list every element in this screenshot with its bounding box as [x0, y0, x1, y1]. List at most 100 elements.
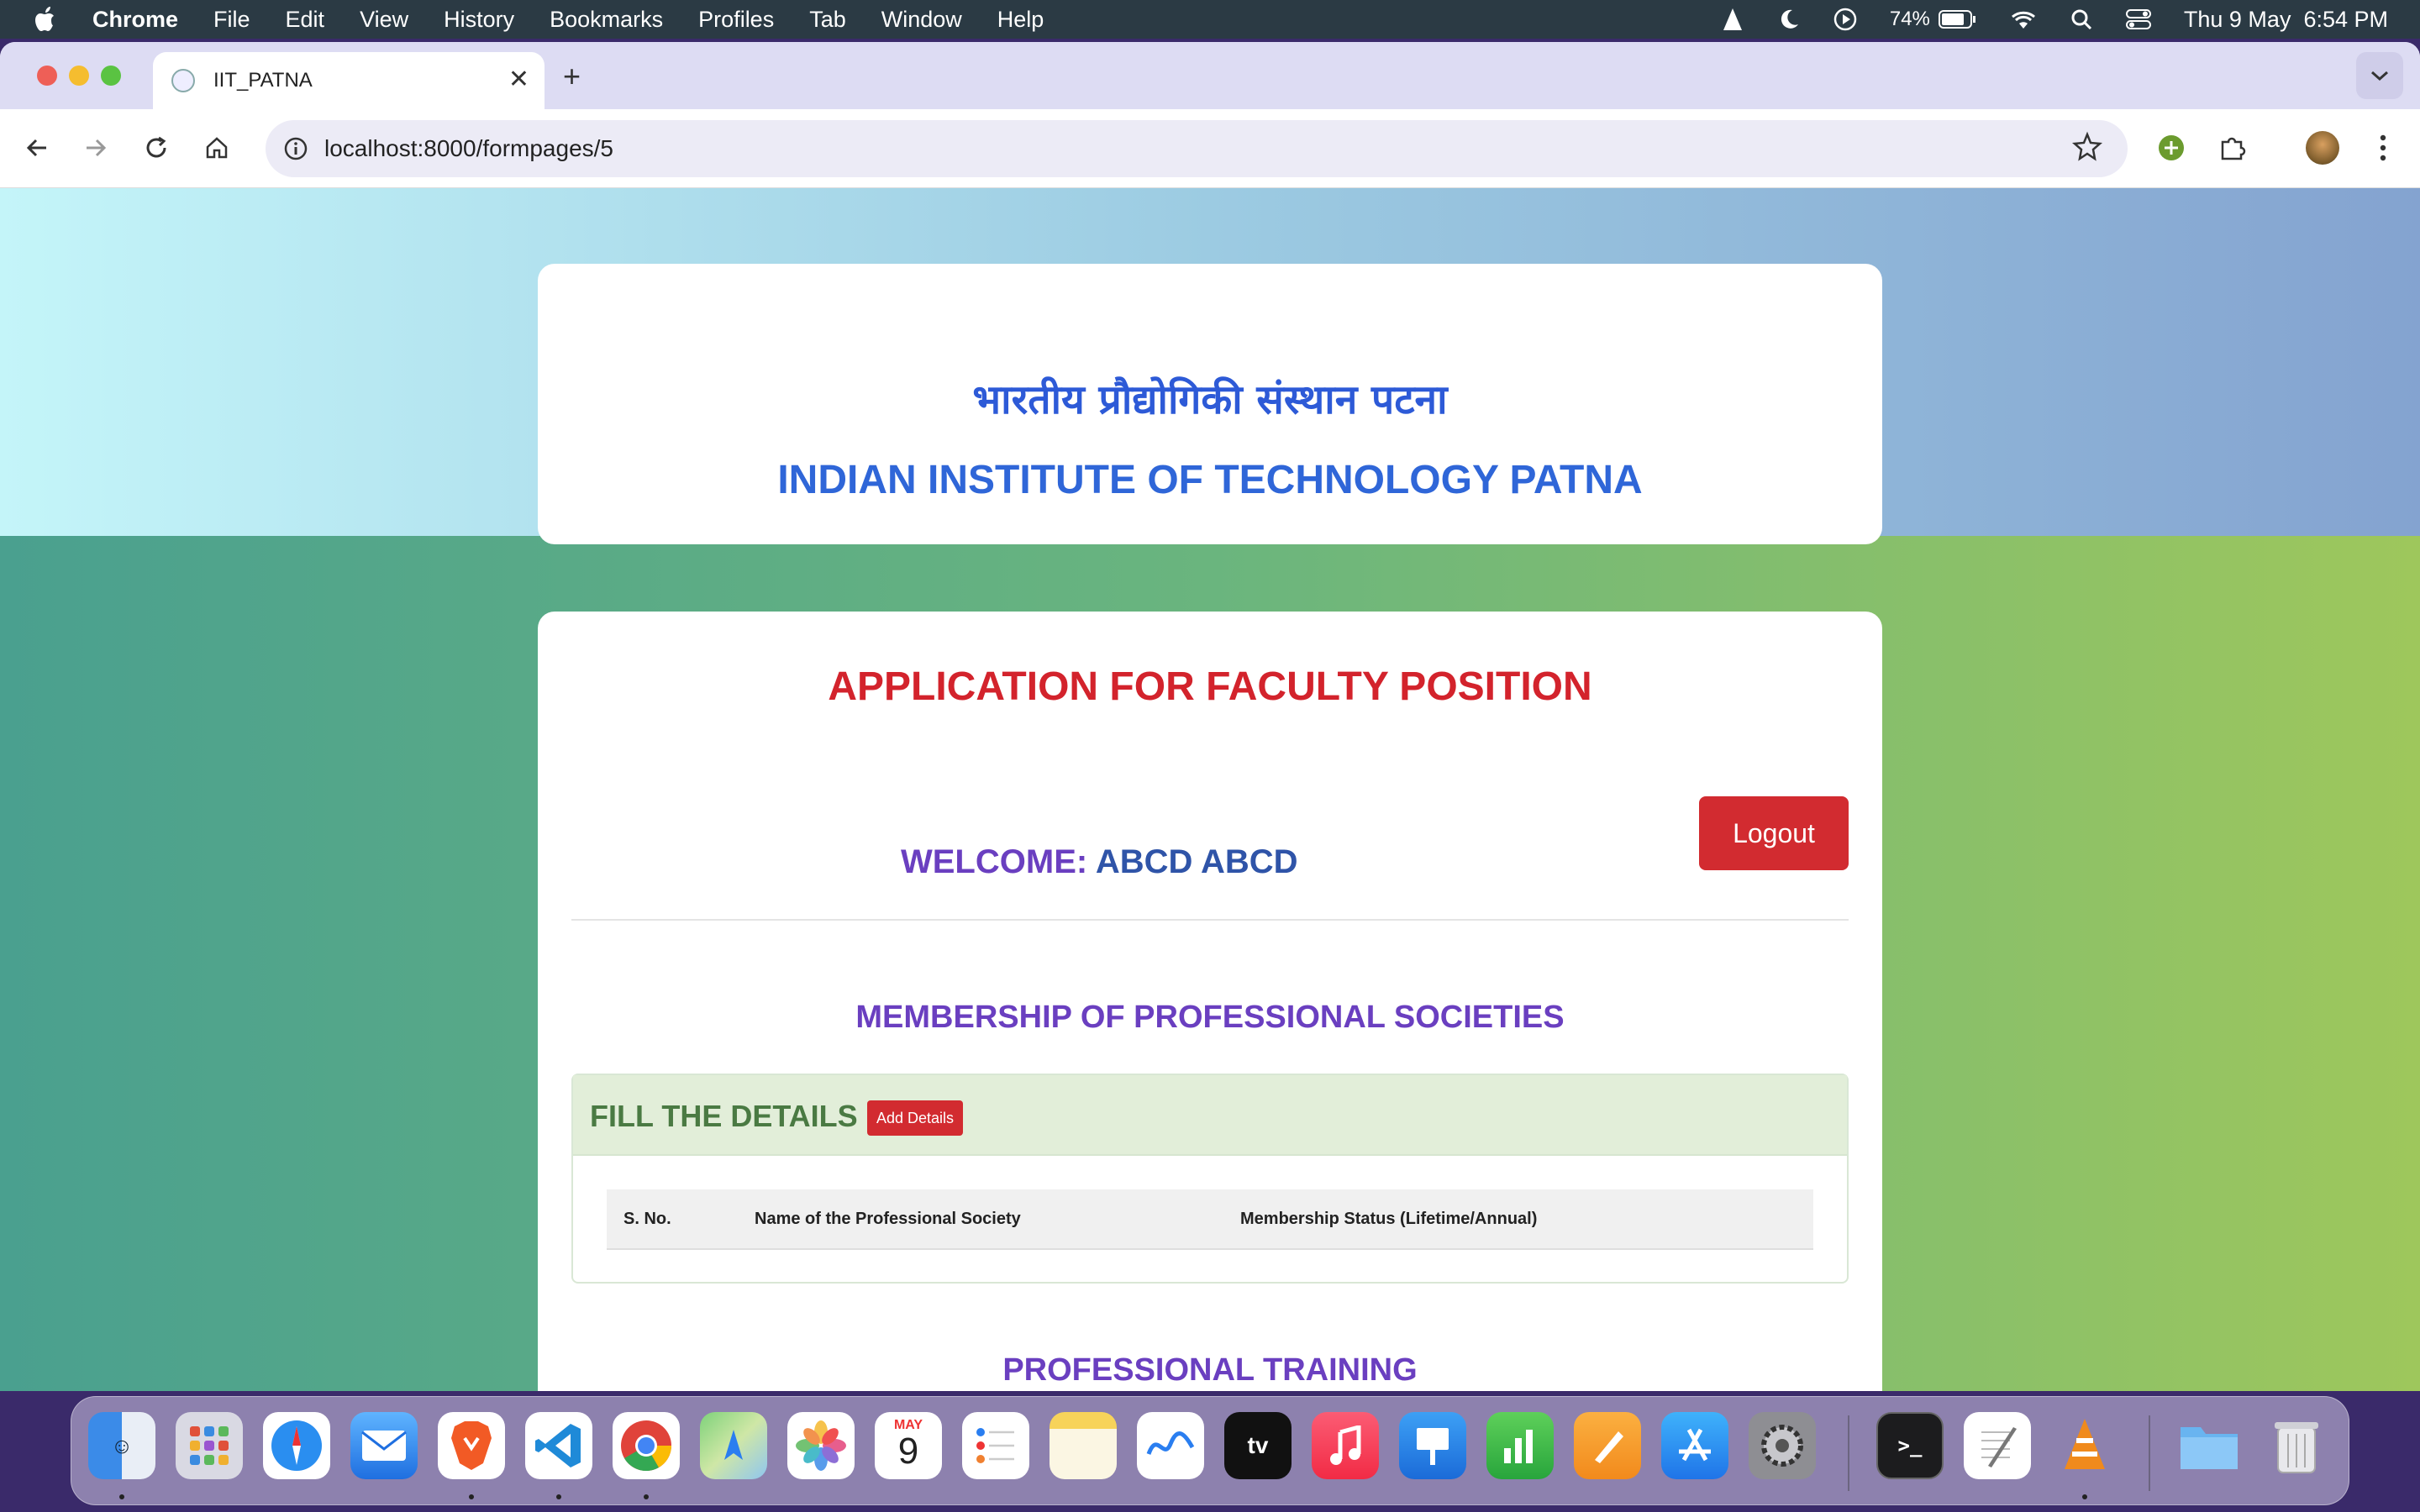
menu-window[interactable]: Window: [881, 7, 962, 33]
settings-icon[interactable]: [1749, 1412, 1816, 1479]
menu-view[interactable]: View: [360, 7, 408, 33]
calendar-icon[interactable]: MAY 9: [875, 1412, 942, 1479]
dock-separator: [1848, 1415, 1849, 1491]
bookmark-star-icon[interactable]: [2070, 130, 2104, 168]
window-zoom-button[interactable]: [101, 66, 121, 86]
notes-icon[interactable]: [1050, 1412, 1117, 1479]
menu-tab[interactable]: Tab: [809, 7, 846, 33]
battery-percent: 74%: [1889, 8, 1930, 30]
focus-moon-icon[interactable]: [1777, 8, 1801, 31]
browser-window: IIT_PATNA ✕ + localhost:8000/formpages/5: [0, 42, 2420, 1391]
textedit-icon[interactable]: [1964, 1412, 2031, 1479]
forward-arrow-icon[interactable]: [76, 128, 116, 168]
safari-icon[interactable]: [263, 1412, 330, 1479]
home-icon[interactable]: [197, 128, 237, 168]
chevron-down-icon: [2371, 71, 2388, 81]
running-indicator: [119, 1494, 124, 1499]
window-close-button[interactable]: [37, 66, 57, 86]
running-indicator: [556, 1494, 561, 1499]
brave-icon[interactable]: [438, 1412, 505, 1479]
welcome-user-name: ABCD ABCD: [1095, 843, 1298, 880]
tab-close-icon[interactable]: ✕: [508, 67, 529, 92]
wifi-icon[interactable]: [2009, 8, 2038, 30]
page-viewport[interactable]: भारतीय प्रौद्योगिकी संस्थान पटना INDIAN …: [0, 188, 2420, 1391]
window-minimize-button[interactable]: [69, 66, 89, 86]
menu-file[interactable]: File: [213, 7, 250, 33]
folder-icon[interactable]: [2175, 1412, 2243, 1479]
numbers-icon[interactable]: [1486, 1412, 1554, 1479]
membership-table-header: S. No. Name of the Professional Society …: [607, 1189, 1813, 1250]
new-tab-icon[interactable]: +: [563, 59, 581, 94]
keynote-icon[interactable]: [1399, 1412, 1466, 1479]
welcome-message: WELCOME: ABCD ABCD: [901, 843, 1298, 881]
extension-plus-icon[interactable]: [2151, 128, 2191, 168]
menu-history[interactable]: History: [444, 7, 514, 33]
training-section-title: PROFESSIONAL TRAINING: [1002, 1352, 1418, 1388]
tab-search-button[interactable]: [2356, 52, 2403, 99]
divider: [571, 919, 1849, 921]
vscode-icon[interactable]: [525, 1412, 592, 1479]
terminal-icon[interactable]: >_: [1876, 1412, 1944, 1479]
application-form-card: APPLICATION FOR FACULTY POSITION Logout …: [538, 612, 1882, 1391]
maps-icon[interactable]: [700, 1412, 767, 1479]
welcome-label: WELCOME:: [901, 843, 1096, 880]
control-center-icon[interactable]: [2125, 8, 2152, 31]
back-arrow-icon[interactable]: [17, 128, 57, 168]
add-details-button[interactable]: Add Details: [867, 1100, 963, 1136]
reload-icon[interactable]: [136, 128, 176, 168]
column-header-serial: S. No.: [623, 1210, 671, 1228]
photos-icon[interactable]: [787, 1412, 855, 1479]
column-header-society-name: Name of the Professional Society: [755, 1210, 1021, 1228]
vlc-icon[interactable]: [2051, 1412, 2118, 1479]
battery-status[interactable]: 74%: [1890, 8, 1977, 31]
institute-name-english: INDIAN INSTITUTE OF TECHNOLOGY PATNA: [777, 458, 1643, 502]
dock-separator: [2149, 1415, 2150, 1491]
menu-help[interactable]: Help: [997, 7, 1044, 33]
calendar-day: 9: [897, 1431, 919, 1472]
tab-iit-patna[interactable]: IIT_PATNA ✕: [153, 52, 544, 109]
menu-app-name[interactable]: Chrome: [92, 7, 178, 33]
pages-icon[interactable]: [1574, 1412, 1641, 1479]
chrome-menu-icon[interactable]: [2363, 128, 2403, 168]
trash-icon[interactable]: [2263, 1412, 2330, 1479]
menu-edit[interactable]: Edit: [286, 7, 325, 33]
vlc-status-icon[interactable]: [1720, 7, 1745, 32]
logout-button[interactable]: Logout: [1699, 796, 1849, 870]
site-favicon-icon: [171, 69, 195, 92]
institute-name-hindi: भारतीय प्रौद्योगिकी संस्थान पटना: [972, 376, 1448, 423]
freeform-icon[interactable]: [1137, 1412, 1204, 1479]
browser-toolbar: localhost:8000/formpages/5: [0, 109, 2420, 188]
mail-icon[interactable]: [350, 1412, 418, 1479]
finder-icon[interactable]: ☺: [88, 1412, 155, 1479]
address-bar[interactable]: localhost:8000/formpages/5: [266, 120, 2128, 177]
macos-menu-bar: Chrome File Edit View History Bookmarks …: [0, 0, 2420, 39]
spotlight-search-icon[interactable]: [2070, 8, 2093, 31]
reminders-icon[interactable]: [962, 1412, 1029, 1479]
column-header-membership-status: Membership Status (Lifetime/Annual): [1240, 1210, 1538, 1228]
url-text[interactable]: localhost:8000/formpages/5: [324, 135, 613, 162]
extensions-puzzle-icon[interactable]: [2212, 128, 2252, 168]
appstore-icon[interactable]: [1661, 1412, 1728, 1479]
running-indicator: [644, 1494, 649, 1499]
fill-details-label: FILL THE DETAILS: [590, 1099, 858, 1133]
page-title: APPLICATION FOR FACULTY POSITION: [828, 664, 1592, 709]
running-indicator: [469, 1494, 474, 1499]
membership-section-title: MEMBERSHIP OF PROFESSIONAL SOCIETIES: [855, 1000, 1565, 1035]
details-panel-header: FILL THE DETAILS Add Details: [573, 1075, 1847, 1156]
appletv-icon[interactable]: tv: [1224, 1412, 1292, 1479]
chrome-icon[interactable]: [613, 1412, 680, 1479]
profile-avatar[interactable]: [2302, 128, 2343, 168]
site-info-icon[interactable]: [276, 129, 316, 169]
apple-logo-icon[interactable]: [32, 5, 60, 34]
music-icon[interactable]: [1312, 1412, 1379, 1479]
menu-profiles[interactable]: Profiles: [698, 7, 774, 33]
play-status-icon[interactable]: [1833, 7, 1858, 32]
menubar-clock[interactable]: Thu 9 May 6:54 PM: [2184, 7, 2388, 33]
tab-strip: IIT_PATNA ✕ +: [0, 42, 2420, 109]
menu-bookmarks[interactable]: Bookmarks: [550, 7, 663, 33]
macos-dock: ☺ MAY 9 tv >_: [71, 1396, 2349, 1505]
launchpad-icon[interactable]: [176, 1412, 243, 1479]
membership-details-panel: FILL THE DETAILS Add Details S. No. Name…: [571, 1074, 1849, 1284]
running-indicator: [2082, 1494, 2087, 1499]
battery-icon: [1938, 10, 1975, 29]
